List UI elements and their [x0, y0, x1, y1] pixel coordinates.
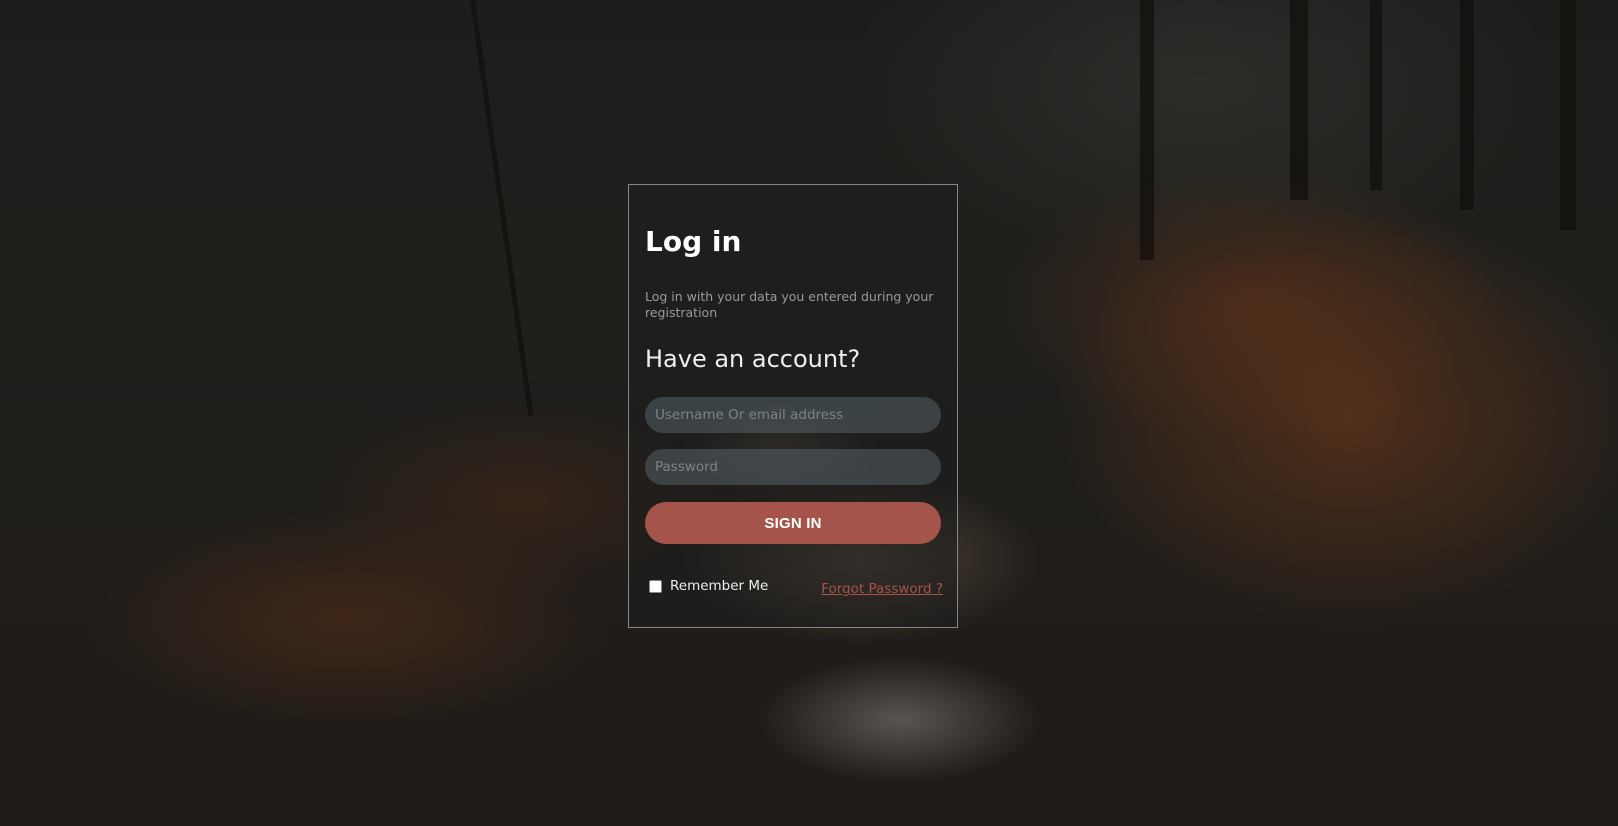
have-account-heading: Have an account?	[645, 345, 861, 373]
tree-trunk	[1140, 0, 1154, 260]
forgot-password-link[interactable]: Forgot Password ?	[821, 581, 943, 597]
login-subtitle: Log in with your data you entered during…	[645, 289, 934, 320]
remember-me-group: Remember Me	[649, 578, 768, 594]
username-input[interactable]	[645, 397, 941, 433]
remember-me-checkbox[interactable]	[649, 579, 662, 593]
password-input[interactable]	[645, 449, 941, 485]
remember-me-label[interactable]: Remember Me	[670, 578, 768, 594]
tree-trunk	[1370, 0, 1382, 190]
login-card: Log in Log in with your data you entered…	[628, 184, 958, 628]
tree-trunk	[1290, 0, 1308, 200]
tree-trunk	[1460, 0, 1474, 210]
tree-trunk	[470, 0, 534, 417]
page-title: Log in	[645, 225, 742, 258]
sign-in-button[interactable]: SIGN IN	[645, 502, 941, 544]
tree-trunk	[1560, 0, 1576, 230]
